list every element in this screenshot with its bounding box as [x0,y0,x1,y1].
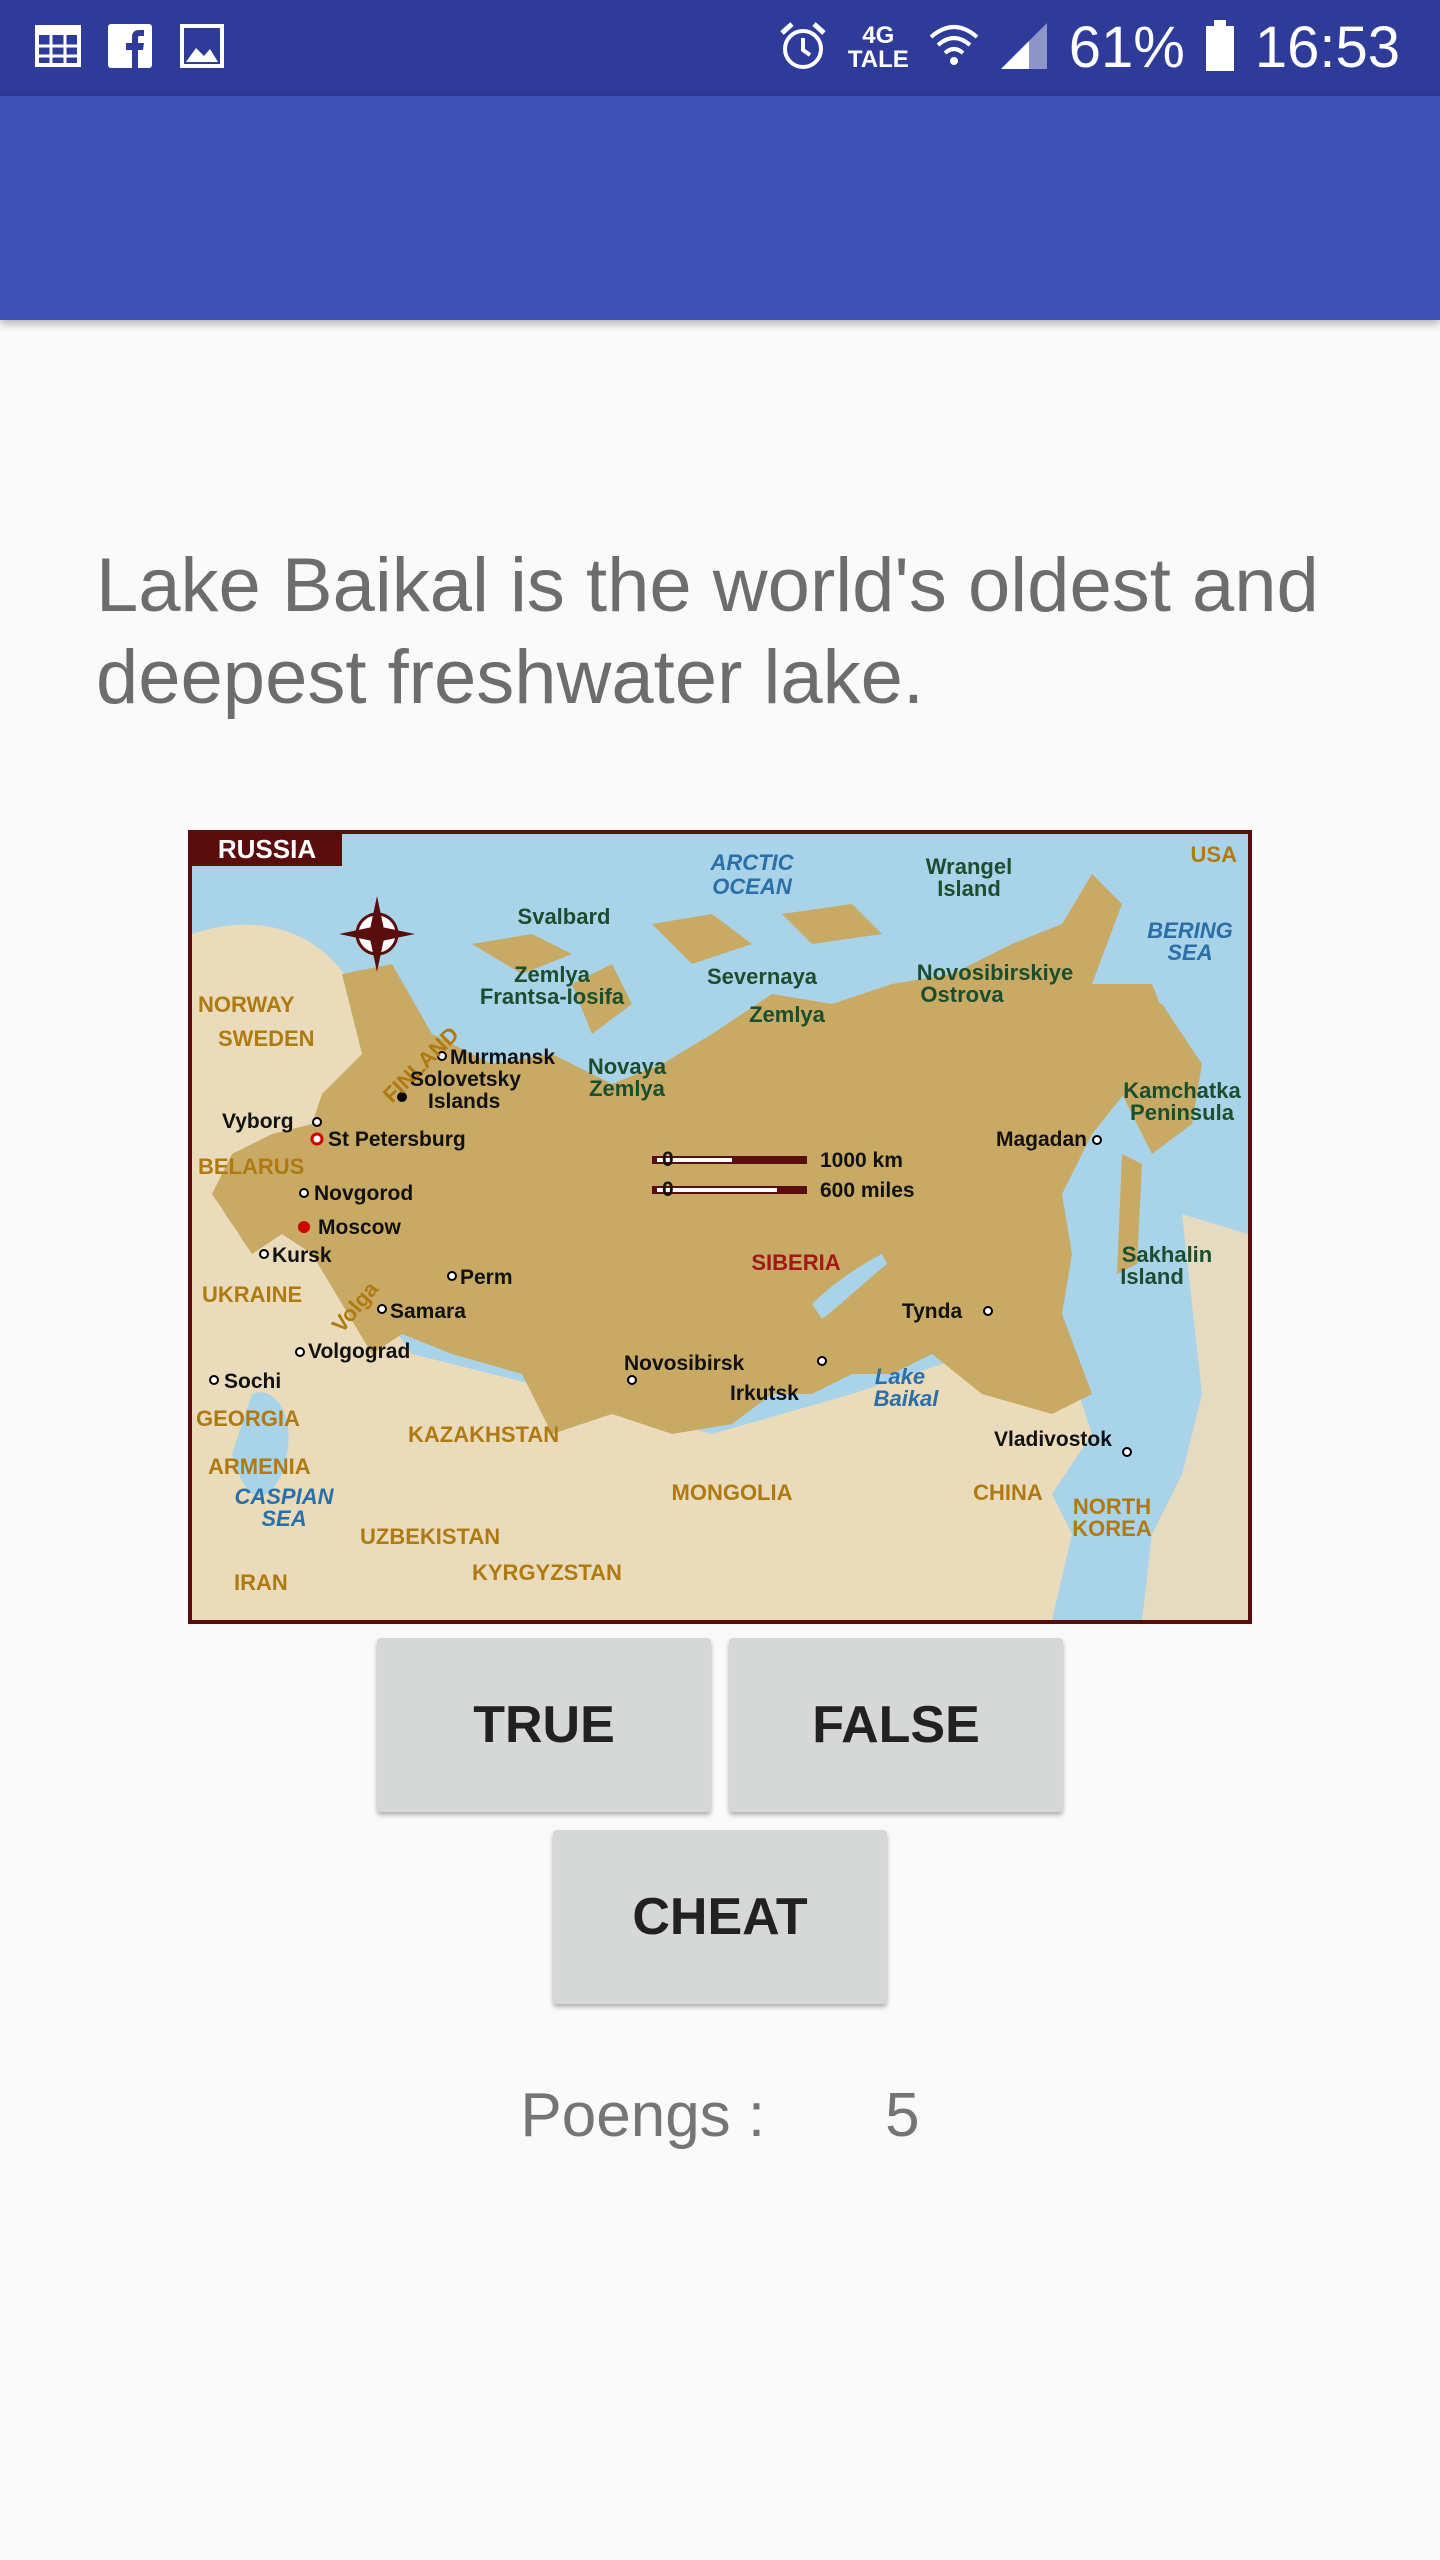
map-label: UKRAINE [202,1282,302,1307]
question-text: Lake Baikal is the world's oldest and de… [96,543,1319,720]
map-label: OCEAN [712,874,793,899]
status-bar: 4G TALE 61% 16:53 [0,0,1440,96]
map-label: Zemlya [749,1002,826,1027]
map-label: UZBEKISTAN [360,1524,500,1549]
map-label: IRAN [234,1570,288,1595]
map-label: Sochi [224,1370,281,1393]
map-label: SIBERIA [751,1250,840,1275]
map-label: 0 [662,1148,674,1171]
signal-icon [999,21,1049,75]
map-label: GEORGIA [196,1406,300,1431]
network-type: 4G TALE [847,22,909,73]
map-label: SWEDEN [218,1026,315,1051]
map-label: KOREA [1072,1516,1152,1541]
map-label: Moscow [318,1216,402,1239]
map-label: Svalbard [518,904,611,929]
map-label: St Petersburg [328,1128,466,1151]
map-label: USA [1191,842,1238,867]
map-label: SEA [261,1506,306,1531]
score-label: Poengs : [520,2081,766,2150]
map-label: Ostrova [920,982,1004,1007]
map-label: KYRGYZSTAN [472,1560,622,1585]
map-label: Perm [460,1266,513,1289]
map-label: Baikal [874,1386,940,1411]
map-label: MONGOLIA [672,1480,793,1505]
score-row: Poengs : 5 [0,2080,1440,2151]
map-label: Island [1120,1264,1184,1289]
map-label: Volgograd [308,1340,410,1363]
map-label: Magadan [996,1128,1087,1151]
map-label: NORWAY [198,992,295,1017]
battery-percent: 61% [1068,15,1185,80]
false-button[interactable]: FALSE [729,1638,1063,1812]
map-label: Novgorod [314,1182,413,1205]
alarm-icon [778,19,828,77]
map-label: Zemlya [589,1076,666,1101]
map-label: Islands [428,1090,500,1113]
map-label: 0 [662,1178,674,1201]
map-label: SEA [1167,940,1212,965]
russia-map-image: RUSSIA ARCTIC OCEAN BERING SEA Lake Baik… [188,830,1252,1624]
map-label: ARCTIC [709,850,794,875]
map-label: Kursk [272,1244,332,1267]
map-title: RUSSIA [218,834,316,864]
map-label: Severnaya [707,964,818,989]
clock: 16:53 [1254,15,1400,80]
map-label: BELARUS [198,1154,304,1179]
map-label: Solovetsky [410,1068,521,1091]
map-label: CHINA [973,1480,1043,1505]
map-label: 1000 km [820,1149,903,1172]
map-label: ARMENIA [208,1454,311,1479]
map-label: Vladivostok [994,1428,1112,1451]
map-label: KAZAKHSTAN [408,1422,559,1447]
calendar-icon [34,22,82,74]
map-label: Frantsa-Iosifa [480,984,625,1009]
facebook-icon [106,22,154,74]
map-label: Vyborg [222,1110,294,1133]
map-label: Murmansk [450,1046,555,1069]
gallery-icon [178,22,226,74]
battery-icon [1205,20,1235,76]
score-value: 5 [885,2081,920,2150]
map-label: Tynda [902,1300,963,1323]
wifi-icon [929,21,979,75]
map-label: Irkutsk [730,1382,799,1405]
app-bar [0,96,1440,320]
map-label: 600 miles [820,1179,915,1202]
map-label: Samara [390,1300,466,1323]
map-label: Novosibirsk [624,1352,745,1375]
map-label: Peninsula [1130,1100,1235,1125]
map-label: Island [937,876,1001,901]
cheat-button[interactable]: CHEAT [553,1830,887,2004]
true-button[interactable]: TRUE [377,1638,711,1812]
